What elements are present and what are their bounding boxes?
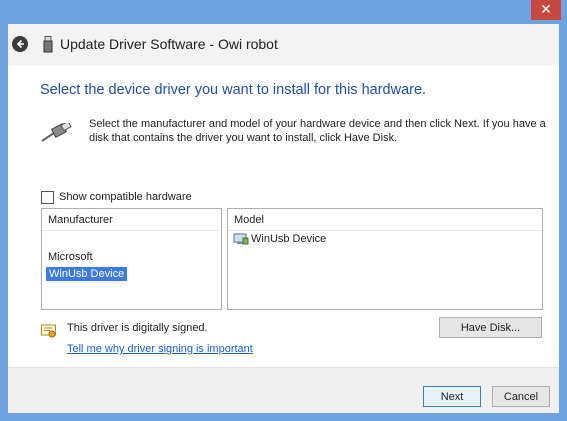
certificate-icon xyxy=(41,324,56,338)
cancel-button[interactable]: Cancel xyxy=(492,386,550,407)
back-button[interactable] xyxy=(12,36,28,52)
signed-status-text: This driver is digitally signed. xyxy=(67,322,208,334)
manufacturer-item-winusb-device[interactable]: WinUsb Device xyxy=(46,267,128,281)
model-item-winusb-device[interactable]: WinUsb Device xyxy=(233,233,326,245)
back-arrow-icon xyxy=(16,39,24,49)
show-compatible-checkbox[interactable] xyxy=(41,190,54,204)
window-title: Update Driver Software - Owi robot xyxy=(60,36,278,52)
model-list[interactable]: Model WinUsb Device xyxy=(227,208,543,310)
content-area: Select the device driver you want to ins… xyxy=(8,65,559,367)
model-header-divider xyxy=(228,230,542,231)
manufacturer-header: Manufacturer xyxy=(48,214,113,226)
usb-cable-icon xyxy=(41,123,72,142)
next-button[interactable]: Next xyxy=(423,386,481,407)
show-compatible-row[interactable]: Show compatible hardware xyxy=(41,190,192,204)
device-driver-icon xyxy=(233,233,249,245)
model-header: Model xyxy=(234,214,264,226)
show-compatible-label[interactable]: Show compatible hardware xyxy=(59,191,192,203)
usb-device-icon xyxy=(43,36,53,53)
page-heading: Select the device driver you want to ins… xyxy=(40,82,427,98)
description-text: Select the manufacturer and model of you… xyxy=(89,118,546,144)
footer-bar: Next Cancel xyxy=(8,367,559,414)
driver-signing-link[interactable]: Tell me why driver signing is important xyxy=(67,343,253,355)
window-bottom-border xyxy=(0,413,567,421)
manufacturer-header-divider xyxy=(42,230,221,231)
close-button[interactable]: ✕ xyxy=(531,0,561,20)
model-item-label: WinUsb Device xyxy=(251,233,327,245)
dialog-window: ✕ Update Driver Software - Owi robot Sel… xyxy=(0,0,567,421)
manufacturer-list[interactable]: Manufacturer Microsoft WinUsb Device xyxy=(41,208,222,310)
manufacturer-item-microsoft[interactable]: Microsoft xyxy=(48,251,93,263)
title-bar: Update Driver Software - Owi robot xyxy=(8,24,559,65)
close-icon: ✕ xyxy=(540,2,552,18)
have-disk-button[interactable]: Have Disk... xyxy=(439,317,542,338)
